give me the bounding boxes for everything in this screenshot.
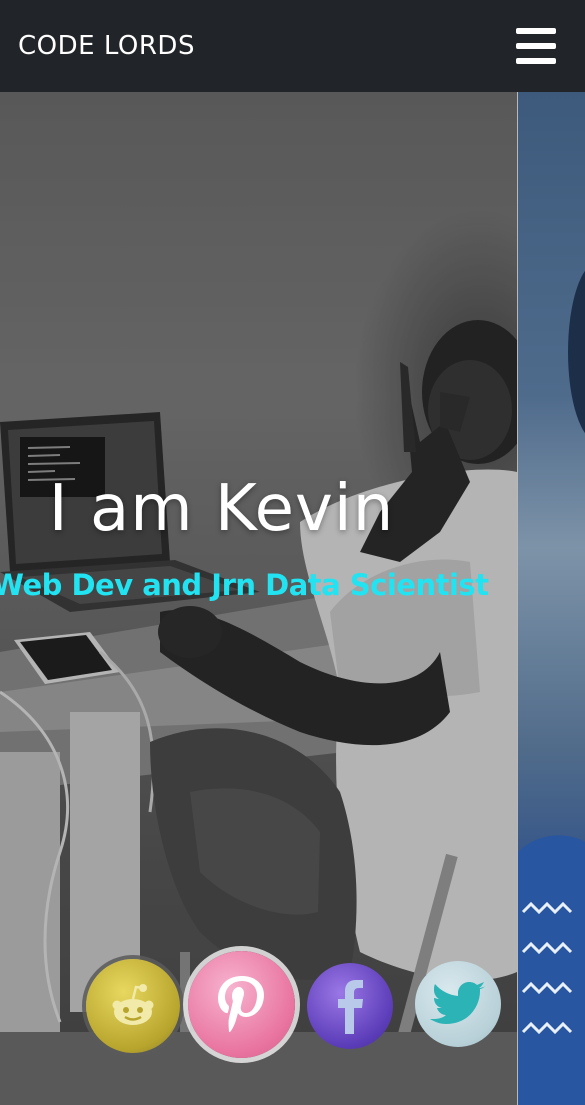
pinterest-icon xyxy=(217,975,264,1032)
social-links xyxy=(0,947,585,1067)
twitter-icon xyxy=(430,982,486,1024)
menu-bar xyxy=(516,58,556,64)
menu-bar xyxy=(516,28,556,34)
hero-carousel: I am Kevin Web Dev and Jrn Data Scientis… xyxy=(0,92,585,1105)
reddit-link[interactable] xyxy=(86,959,180,1053)
hero-title: I am Kevin xyxy=(48,472,395,546)
reddit-icon xyxy=(112,984,154,1025)
facebook-link[interactable] xyxy=(307,963,393,1049)
facebook-icon xyxy=(338,980,363,1034)
pinterest-link[interactable] xyxy=(188,951,295,1058)
twitter-link[interactable] xyxy=(415,961,501,1047)
top-navbar: CODE LORDS xyxy=(0,0,585,92)
hamburger-menu-icon[interactable] xyxy=(516,28,556,64)
brand-logo-text[interactable]: CODE LORDS xyxy=(18,31,195,61)
menu-bar xyxy=(516,43,556,49)
hero-subtitle: Web Dev and Jrn Data Scientist xyxy=(0,568,489,602)
